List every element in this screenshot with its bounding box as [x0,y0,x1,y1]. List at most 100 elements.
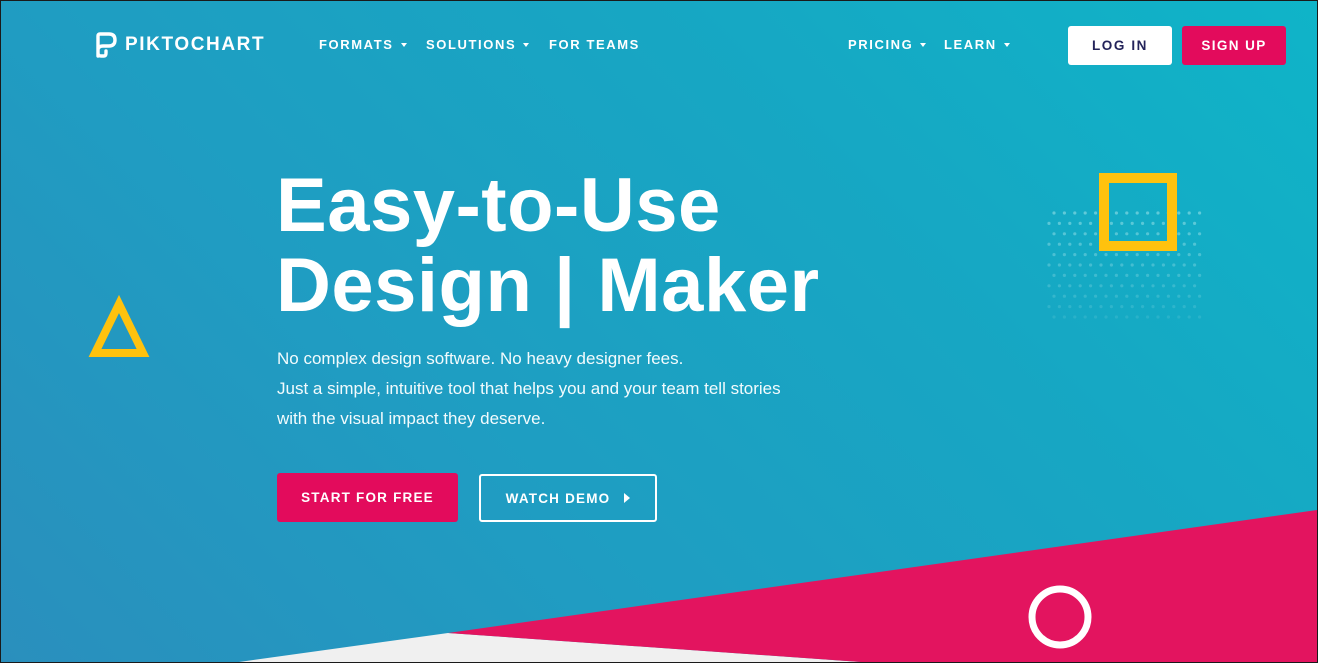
start-for-free-button[interactable]: START FOR FREE [277,473,458,522]
description-line: with the visual impact they deserve. [277,409,546,428]
dot [1161,263,1165,267]
dot [1193,263,1197,267]
dot [1047,263,1051,267]
nav-formats-label: FORMATS [319,37,394,52]
dot [1151,284,1155,288]
dot [1187,294,1191,298]
dot [1172,284,1176,288]
chevron-down-icon [1003,43,1010,47]
dot [1130,284,1134,288]
dot [1146,211,1150,215]
dot [1057,221,1061,225]
dot [1166,273,1170,277]
dot [1198,294,1202,298]
watch-demo-button[interactable]: WATCH DEMO [479,474,657,522]
dot [1156,211,1160,215]
login-button[interactable]: LOG IN [1068,26,1172,65]
nav-pricing[interactable]: PRICING [848,37,927,52]
nav-formats[interactable]: FORMATS [319,37,407,52]
dot [1146,253,1150,257]
dot [1146,315,1150,319]
dot [1120,305,1124,309]
hero-page: PIKTOCHART FORMATS SOLUTIONS FOR TEAMS P… [1,1,1317,662]
dot [1089,305,1093,309]
dot [1125,294,1129,298]
watch-demo-label: WATCH DEMO [505,490,611,506]
dot [1141,263,1145,267]
dot [1187,211,1191,215]
dot [1073,232,1077,236]
dot [1177,315,1181,319]
dot [1109,263,1113,267]
dot [1151,263,1155,267]
dot [1057,305,1061,309]
nav-for-teams[interactable]: FOR TEAMS [549,37,640,52]
dot [1109,284,1113,288]
dot [1198,273,1202,277]
brand-logo[interactable]: PIKTOCHART [94,32,265,58]
dot [1062,211,1066,215]
dot [1182,242,1186,246]
dot [1052,315,1056,319]
dot [1193,305,1197,309]
dot [1193,242,1197,246]
dot [1198,211,1202,215]
nav-learn[interactable]: LEARN [944,37,1010,52]
dot [1052,211,1056,215]
dot [1135,232,1139,236]
dot [1120,221,1124,225]
dot [1089,221,1093,225]
dot [1068,263,1072,267]
dot [1130,263,1134,267]
description-line: Just a simple, intuitive tool that helps… [277,379,781,398]
dot [1156,253,1160,257]
dot [1114,211,1118,215]
dot [1172,263,1176,267]
dot [1083,232,1087,236]
dot [1156,294,1160,298]
dot [1130,305,1134,309]
signup-button[interactable]: SIGN UP [1182,26,1286,65]
dot [1187,253,1191,257]
dot [1062,315,1066,319]
dot [1125,232,1129,236]
dot [1057,263,1061,267]
dot [1156,315,1160,319]
dot [1198,315,1202,319]
dot [1083,273,1087,277]
chevron-down-icon [920,43,927,47]
dot [1125,273,1129,277]
dot [1125,315,1129,319]
dot [1161,284,1165,288]
dot [1104,253,1108,257]
nav-learn-label: LEARN [944,37,997,52]
dot [1161,221,1165,225]
dot [1146,294,1150,298]
dot [1193,221,1197,225]
dot [1104,294,1108,298]
dot [1114,253,1118,257]
dot [1047,284,1051,288]
dot [1198,232,1202,236]
dot [1094,211,1098,215]
dot [1068,242,1072,246]
top-navigation: PIKTOCHART FORMATS SOLUTIONS FOR TEAMS P… [1,1,1317,91]
hero-description: No complex design software. No heavy des… [277,344,781,434]
nav-for-teams-label: FOR TEAMS [549,37,640,52]
dot [1114,232,1118,236]
nav-pricing-label: PRICING [848,37,914,52]
dot [1073,294,1077,298]
dot [1161,305,1165,309]
dot [1089,284,1093,288]
dot [1177,273,1181,277]
description-line: No complex design software. No heavy des… [277,349,684,368]
dot [1193,284,1197,288]
dot [1166,253,1170,257]
dot-grid-pattern [1047,211,1202,319]
dot [1078,305,1082,309]
dot [1120,284,1124,288]
dot [1177,253,1181,257]
nav-solutions[interactable]: SOLUTIONS [426,37,530,52]
dot [1099,284,1103,288]
dot [1177,211,1181,215]
